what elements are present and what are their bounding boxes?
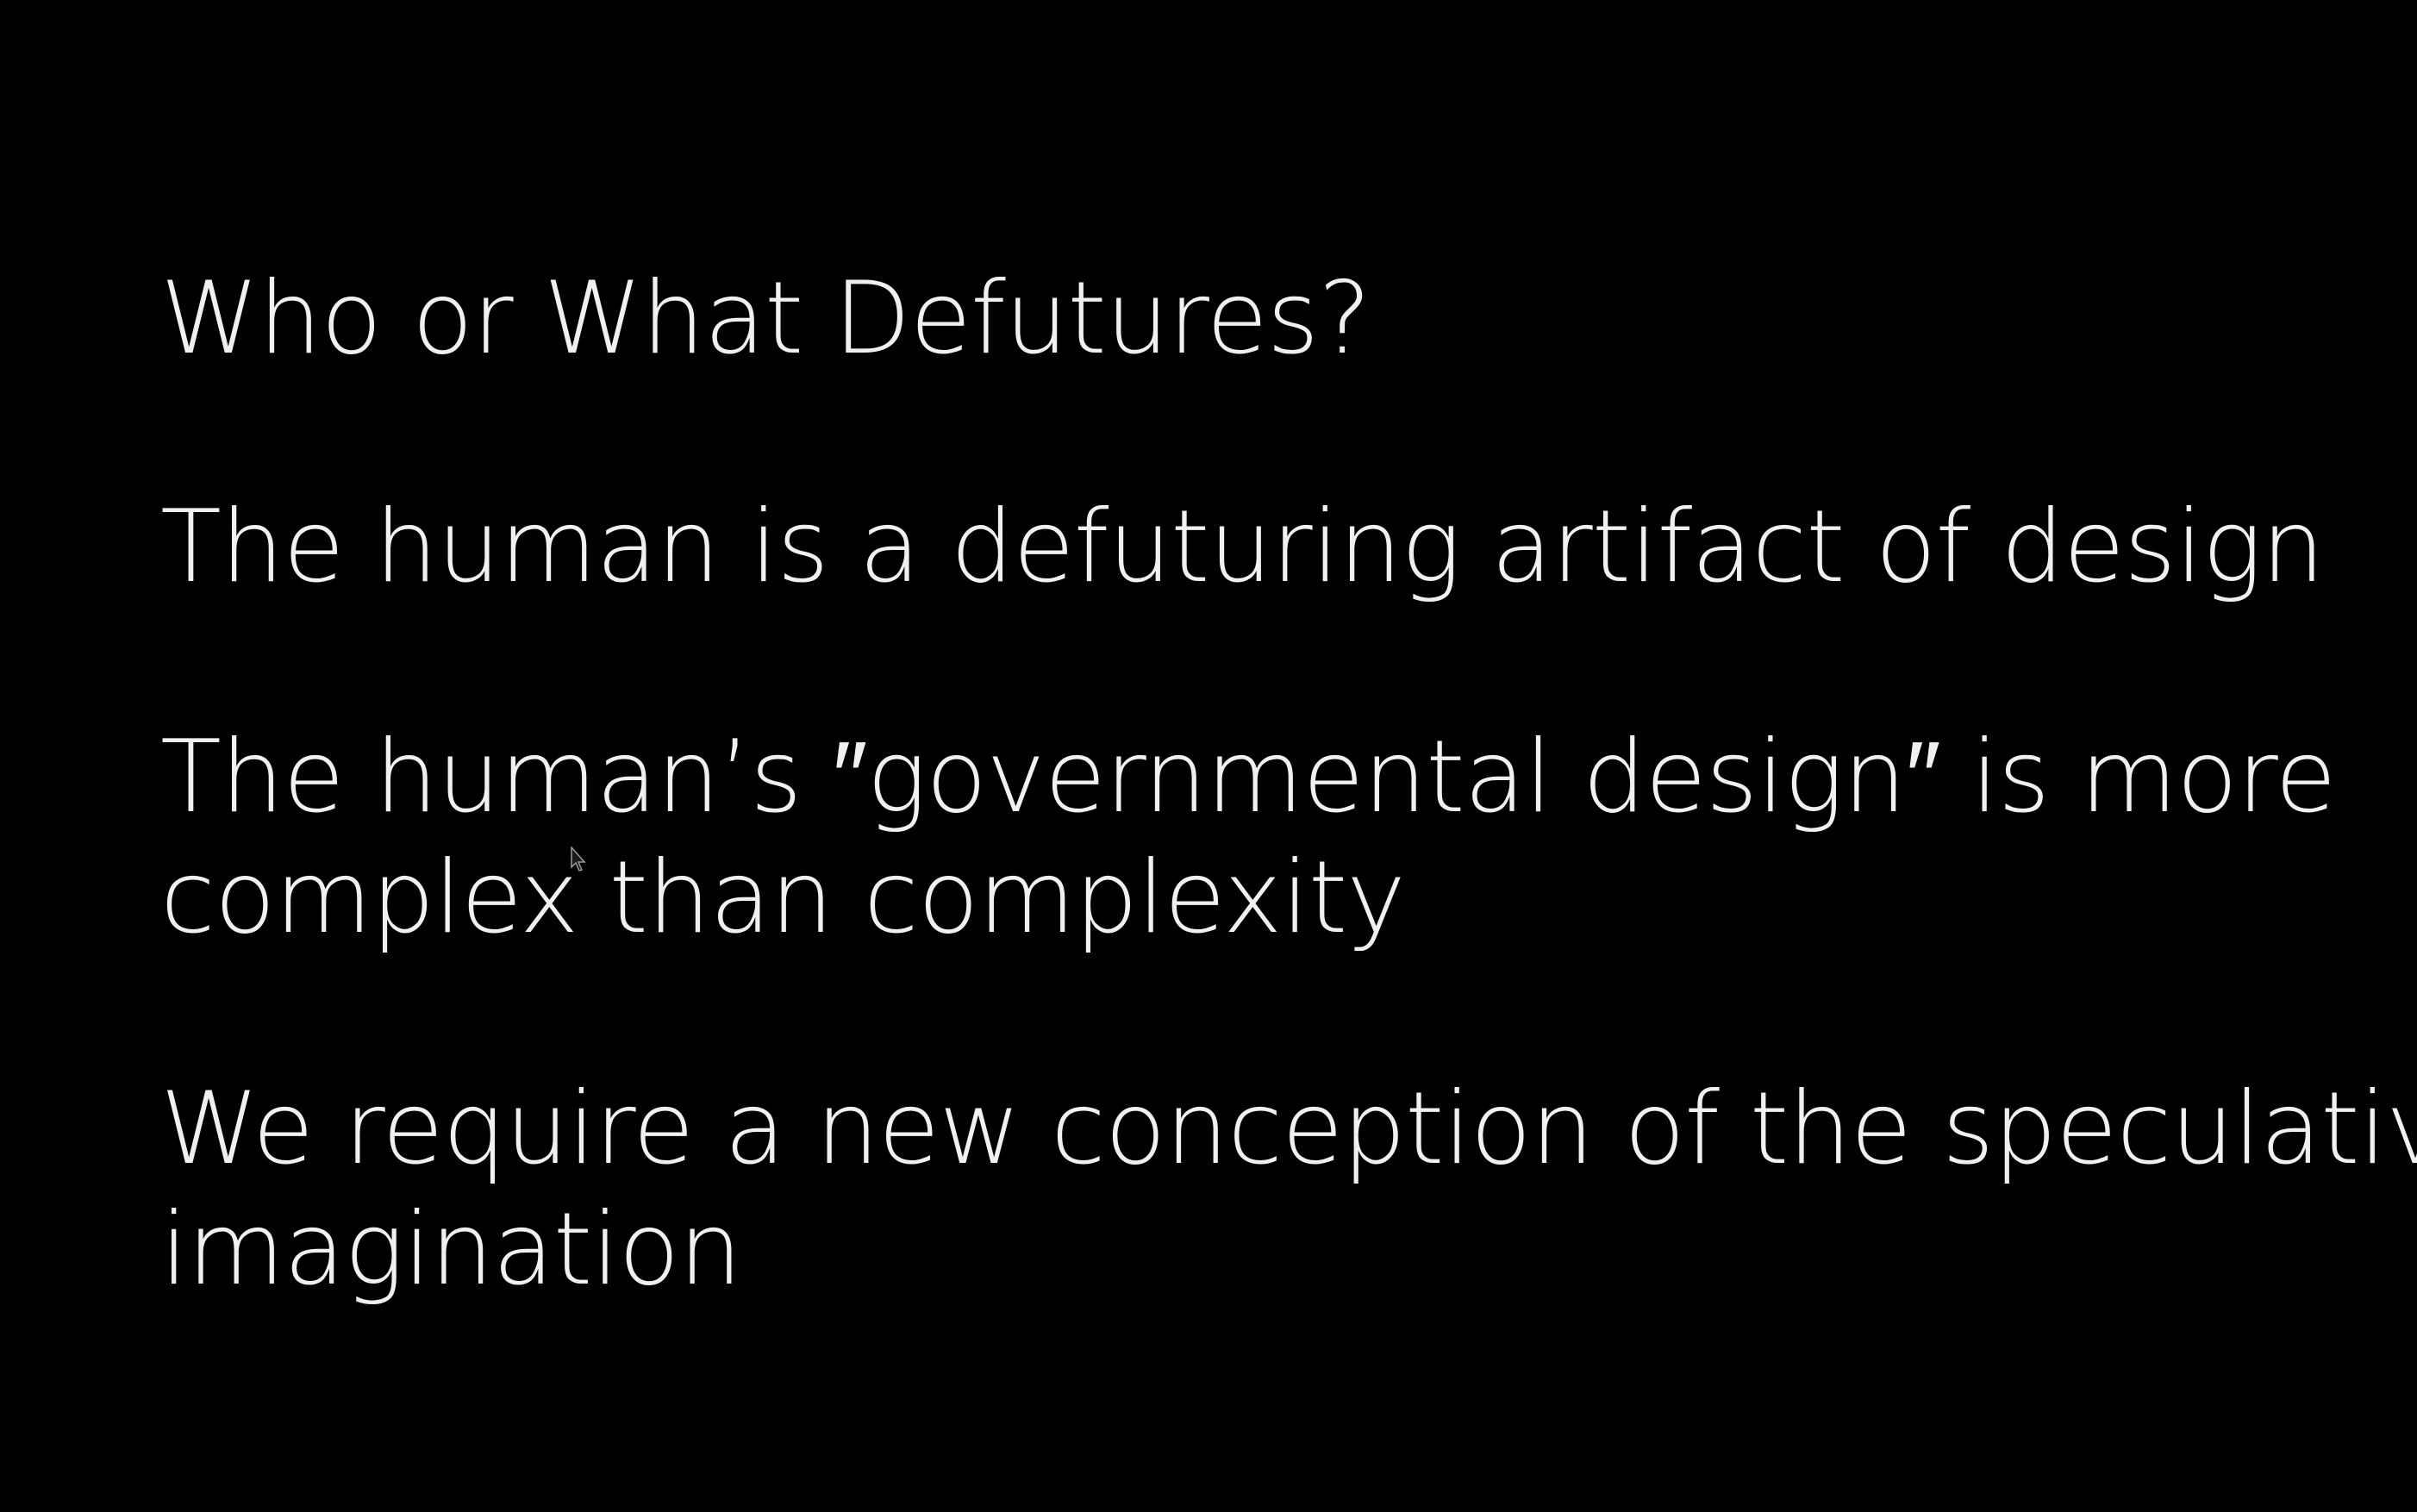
mouse-pointer-icon — [571, 847, 586, 872]
presentation-slide: Who or What Defutures? The human is a de… — [0, 0, 2417, 1512]
slide-heading: Who or What Defutures? — [160, 260, 1371, 377]
slide-point-2-line-1: The human’s ″governmental design″ is mor… — [160, 719, 2337, 835]
slide-point-2-line-2: complex than complexity — [160, 840, 1406, 956]
slide-point-3-line-2: imagination — [160, 1191, 742, 1308]
slide-point-1-line-1: The human is a defuturing artifact of de… — [160, 489, 2325, 605]
slide-point-3-line-1: We require a new conception of the specu… — [160, 1071, 2417, 1187]
